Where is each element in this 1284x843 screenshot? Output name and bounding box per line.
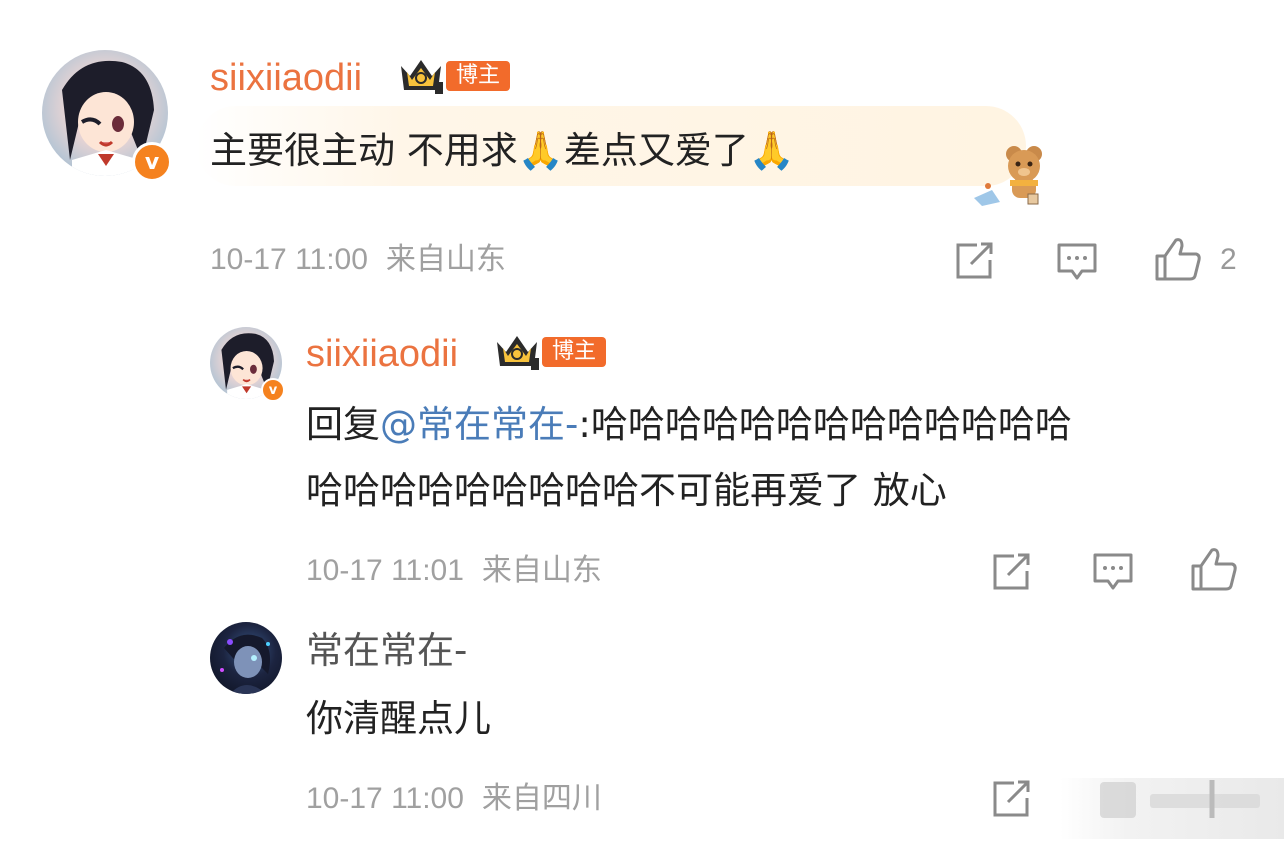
pray-emoji-icon: 🙏: [748, 129, 795, 172]
crown-icon: [401, 60, 443, 94]
comment-meta: 10-17 11:01 来自山东: [306, 551, 602, 591]
comment-time: 10-17 11:00: [210, 243, 368, 276]
share-icon[interactable]: [992, 780, 1032, 818]
avatar[interactable]: [210, 622, 282, 694]
avatar-illustration: [220, 634, 270, 694]
comment-time: 10-17 11:00: [306, 782, 464, 815]
verified-v-icon: v: [132, 142, 172, 182]
mention-link[interactable]: @常在常在-: [380, 403, 578, 446]
comment-location: 来自山东: [385, 243, 506, 276]
author-badge: 博主: [494, 332, 607, 372]
comment-location: 来自四川: [481, 782, 602, 815]
verified-v-icon: v: [261, 378, 285, 402]
crown-icon: [497, 336, 539, 370]
like-count: 2: [1220, 243, 1237, 276]
comment-icon[interactable]: [1092, 552, 1134, 592]
watermark-overlay: [1060, 778, 1284, 839]
comment-text: 你清醒点儿: [306, 697, 491, 740]
comment-meta: 10-17 11:00 来自四川: [306, 779, 602, 819]
watermark-icon: [1100, 780, 1260, 818]
author-badge-label: 博主: [446, 61, 511, 91]
comment-text: 主要很主动 不用求🙏差点又爱了🙏: [210, 118, 795, 184]
comment-text-part-1: 主要很主动 不用求: [210, 129, 518, 172]
bear-sticker-icon: [974, 146, 1042, 206]
comment-text-part-2: 差点又爱了: [563, 129, 749, 172]
like-icon[interactable]: [1154, 236, 1202, 282]
comment-username[interactable]: siixiiaodii: [306, 332, 458, 376]
reply-text-line-1: 回复@常在常在-:哈哈哈哈哈哈哈哈哈哈哈哈哈: [306, 392, 1072, 458]
like-icon[interactable]: [1190, 546, 1238, 592]
author-badge: 博主: [398, 56, 511, 96]
comment-meta: 10-17 11:00 来自山东: [210, 240, 506, 280]
comment-username[interactable]: 常在常在-: [306, 618, 467, 684]
pray-emoji-icon: 🙏: [517, 129, 564, 172]
comment-time: 10-17 11:01: [306, 554, 464, 587]
reply-text-line-2: 哈哈哈哈哈哈哈哈哈不可能再爱了 放心: [306, 469, 947, 512]
share-icon[interactable]: [992, 553, 1032, 591]
comment-username[interactable]: siixiiaodii: [210, 56, 362, 100]
reply-text: :哈哈哈哈哈哈哈哈哈哈哈哈哈: [578, 403, 1072, 446]
comment-icon[interactable]: [1056, 242, 1098, 282]
share-icon[interactable]: [955, 242, 995, 280]
reply-prefix: 回复: [306, 403, 380, 446]
comment-location: 来自山东: [481, 554, 602, 587]
author-badge-label: 博主: [542, 337, 607, 367]
